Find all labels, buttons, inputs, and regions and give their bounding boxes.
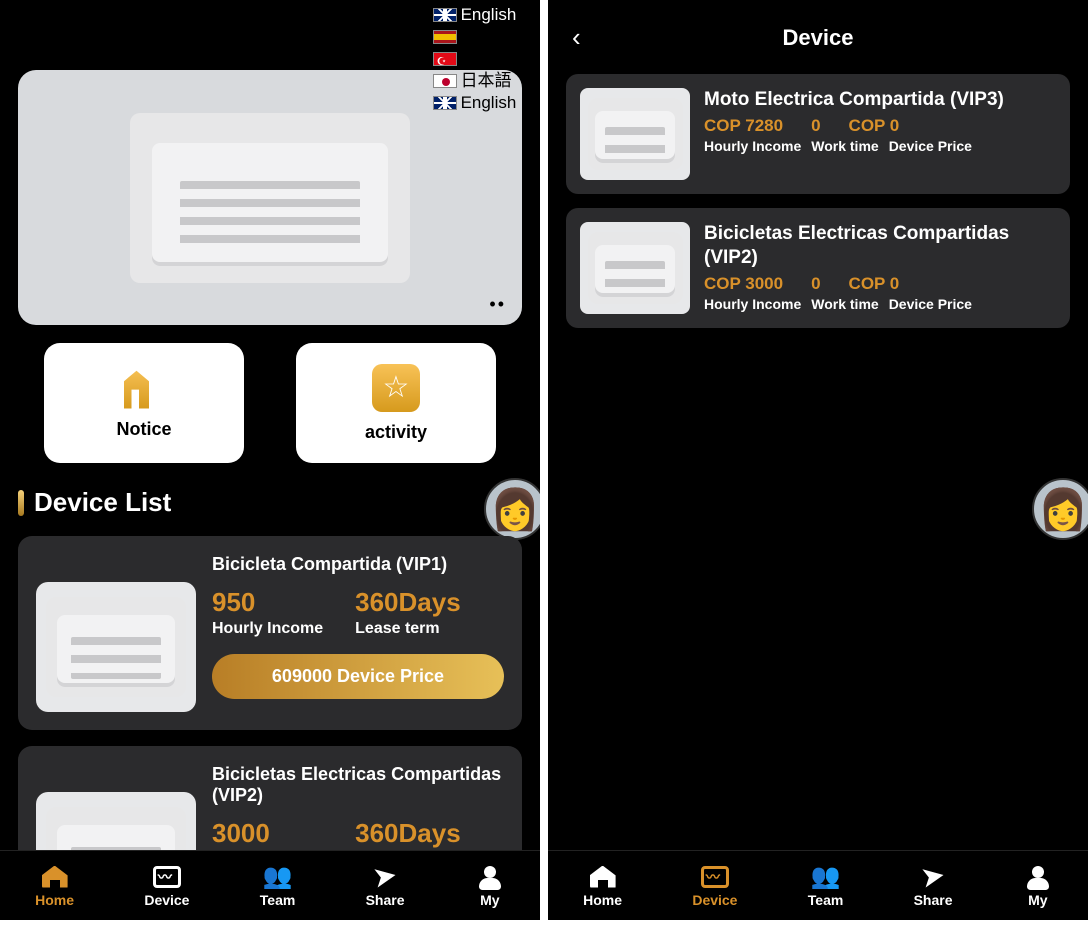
hourly-income-value: 3000 (212, 818, 323, 849)
lang-english-2[interactable]: English (433, 92, 522, 114)
hourly-income-label: Hourly Income (704, 296, 801, 312)
device-name: Bicicleta Compartida (VIP1) (212, 554, 504, 575)
back-button[interactable]: ‹ (572, 22, 581, 53)
device-info: Bicicleta Compartida (VIP1) 950 Hourly I… (212, 554, 504, 712)
nav-share[interactable]: ➤ Share (914, 864, 953, 908)
my-icon (1023, 864, 1053, 890)
device-info: Moto Electrica Compartida (VIP3) COP 728… (704, 88, 1056, 180)
hero-device-image (130, 113, 410, 283)
right-content: ‹ Device Moto Electrica Compartida (VIP3… (548, 0, 1088, 920)
flag-tr-icon (433, 52, 457, 66)
notice-button[interactable]: Notice (44, 343, 244, 463)
hourly-income-value: COP 3000 (704, 274, 783, 294)
page-header: ‹ Device (566, 16, 1070, 60)
device-labels: Hourly Income Work time Device Price (704, 138, 1056, 154)
flag-uk-icon (433, 8, 457, 22)
support-avatar[interactable]: 👩 (1032, 478, 1088, 540)
nav-home[interactable]: Home (583, 864, 622, 908)
notice-label: Notice (116, 419, 171, 440)
device-image-icon (588, 98, 683, 170)
lang-japanese[interactable]: 日本語 (433, 70, 522, 92)
team-icon: 👥 (811, 864, 841, 890)
nav-device[interactable]: Device (692, 864, 737, 908)
language-selector[interactable]: English Español Türkçe 日本語 English (433, 4, 522, 114)
device-thumb (580, 222, 690, 314)
device-price-value: COP 0 (849, 274, 900, 294)
home-icon (588, 864, 618, 890)
phone-right: ‹ Device Moto Electrica Compartida (VIP3… (548, 0, 1088, 920)
avatar-icon: 👩 (490, 486, 540, 533)
device-thumb (580, 88, 690, 180)
nav-team[interactable]: 👥 Team (808, 864, 844, 908)
device-name: Moto Electrica Compartida (VIP3) (704, 88, 1056, 112)
work-time-label: Work time (811, 296, 878, 312)
share-icon: ➤ (918, 864, 948, 890)
device-info: Bicicletas Electricas Compartidas (VIP2)… (704, 222, 1056, 314)
activity-button[interactable]: ☆ activity (296, 343, 496, 463)
device-name: Bicicletas Electricas Compartidas (VIP2) (704, 222, 1056, 270)
nav-share[interactable]: ➤ Share (366, 864, 405, 908)
device-kv: 950 Hourly Income 360Days Lease term (212, 587, 504, 638)
lang-english[interactable]: English (433, 4, 522, 26)
hourly-income-label: Hourly Income (212, 620, 323, 638)
device-labels: Hourly Income Work time Device Price (704, 296, 1056, 312)
hourly-income-label: Hourly Income (704, 138, 801, 154)
flag-jp-icon (433, 74, 457, 88)
star-icon: ☆ (372, 364, 420, 412)
nav-device[interactable]: Device (144, 864, 189, 908)
device-price-button[interactable]: 609000 Device Price (212, 654, 504, 699)
nav-home[interactable]: Home (35, 864, 74, 908)
page-title: Device (783, 25, 854, 51)
device-card-vip1[interactable]: Bicicleta Compartida (VIP1) 950 Hourly I… (18, 536, 522, 730)
flag-es-icon (433, 30, 457, 44)
device-values: COP 3000 0 COP 0 (704, 274, 1056, 294)
lang-espanol[interactable]: Español (433, 26, 522, 48)
bottom-nav-left: Home Device 👥 Team ➤ Share My (0, 850, 540, 920)
hourly-income-value: 950 (212, 587, 323, 618)
device-image-icon (46, 597, 186, 697)
work-time-value: 0 (811, 116, 820, 136)
quick-cards-row: Notice ☆ activity (18, 343, 522, 463)
device-values: COP 7280 0 COP 0 (704, 116, 1056, 136)
owned-device-vip2[interactable]: Bicicletas Electricas Compartidas (VIP2)… (566, 208, 1070, 328)
device-name: Bicicletas Electricas Compartidas (VIP2) (212, 764, 504, 806)
left-content: English Español Türkçe 日本語 English •• No… (0, 0, 540, 920)
hourly-income-value: COP 7280 (704, 116, 783, 136)
lease-term-label: Lease term (355, 620, 461, 638)
nav-my[interactable]: My (1023, 864, 1053, 908)
flag-uk-icon (433, 96, 457, 110)
lang-turkce[interactable]: Türkçe (433, 48, 522, 70)
team-icon: 👥 (263, 864, 293, 890)
lease-term-value: 360Days (355, 587, 461, 618)
work-time-label: Work time (811, 138, 878, 154)
home-icon (40, 864, 70, 890)
device-list-title: Device List (34, 487, 171, 518)
share-icon: ➤ (370, 864, 400, 890)
phone-left: English Español Türkçe 日本語 English •• No… (0, 0, 540, 920)
device-price-label: Device Price (889, 138, 972, 154)
device-list-header: Device List (18, 487, 522, 518)
nav-team[interactable]: 👥 Team (260, 864, 296, 908)
bottom-nav-right: Home Device 👥 Team ➤ Share My (548, 850, 1088, 920)
my-icon (475, 864, 505, 890)
carousel-dots-icon[interactable]: •• (489, 294, 506, 315)
nav-my[interactable]: My (475, 864, 505, 908)
accent-bar-icon (18, 490, 24, 516)
support-avatar[interactable]: 👩 (484, 478, 540, 540)
device-image-icon (588, 232, 683, 304)
lease-term-value: 360Days (355, 818, 461, 849)
device-icon (152, 864, 182, 890)
device-price-value: COP 0 (849, 116, 900, 136)
building-icon (119, 367, 169, 409)
avatar-icon: 👩 (1038, 486, 1088, 533)
device-icon (700, 864, 730, 890)
owned-device-vip3[interactable]: Moto Electrica Compartida (VIP3) COP 728… (566, 74, 1070, 194)
device-price-label: Device Price (889, 296, 972, 312)
work-time-value: 0 (811, 274, 820, 294)
device-thumb (36, 582, 196, 712)
activity-label: activity (365, 422, 427, 443)
